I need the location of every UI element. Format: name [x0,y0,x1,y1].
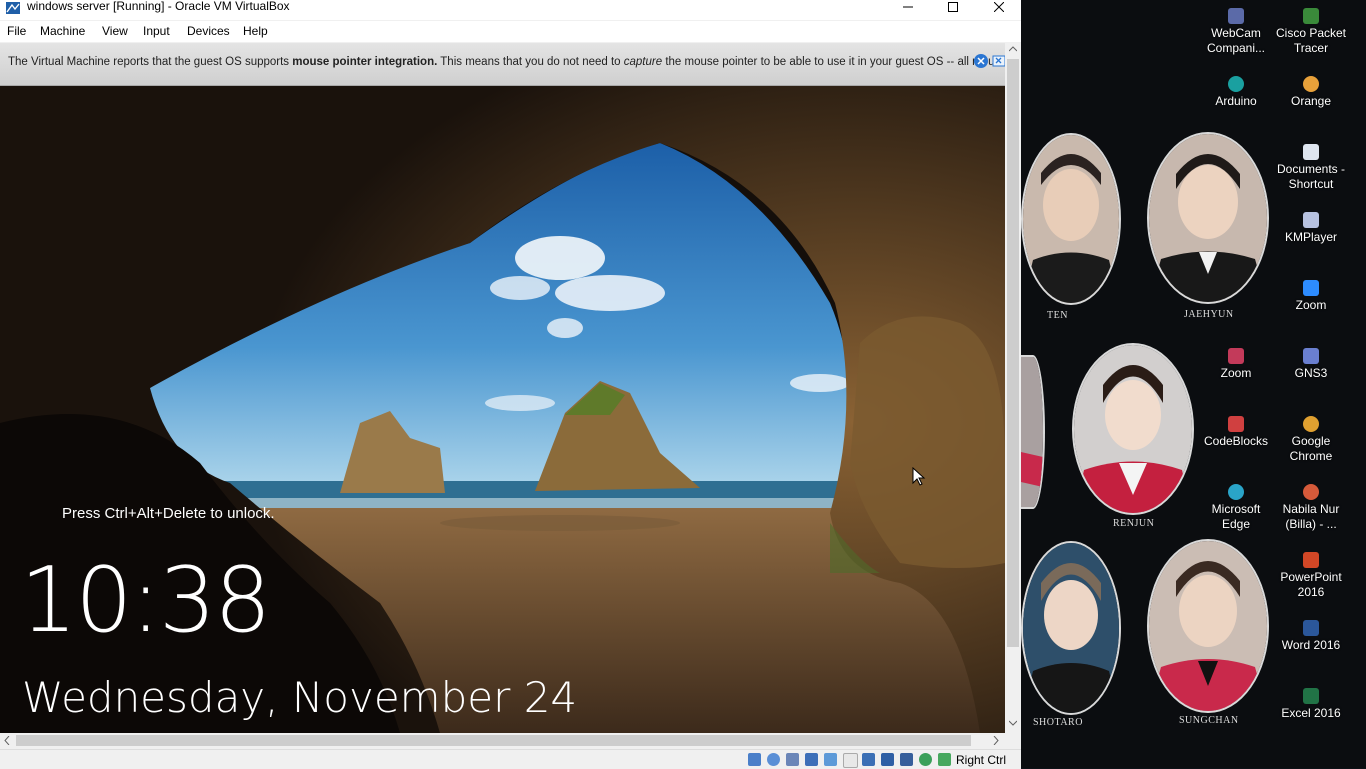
audio-icon[interactable] [786,753,799,766]
minimize-icon [903,6,913,8]
portrait-name-ten: TEN [1047,310,1068,321]
usb-icon[interactable] [824,753,837,766]
scroll-right-icon[interactable] [993,736,999,745]
scroll-up-icon[interactable] [1009,46,1017,52]
virtualbox-icon [6,2,20,14]
zoom-icon [1303,280,1319,296]
orange-icon [1303,76,1319,92]
desktop-icon-documents-shortcut[interactable]: Documents - Shortcut [1274,144,1348,192]
window-title: windows server [Running] - Oracle VM Vir… [27,0,290,13]
portrait-renjun [1072,343,1194,515]
menu-devices[interactable]: Devices [187,24,230,38]
mouse-cursor-icon [912,467,926,486]
webcam-icon [1228,8,1244,24]
horizontal-scroll-thumb[interactable] [16,735,971,746]
host-key-label: Right Ctrl [956,753,1007,767]
edge-icon [1228,484,1244,500]
recording-icon[interactable] [900,753,913,766]
title-bar[interactable]: windows server [Running] - Oracle VM Vir… [0,0,1021,20]
desktop-icon-codeblocks[interactable]: CodeBlocks [1199,416,1273,449]
desktop-icon-webcam-companion[interactable]: WebCam Compani... [1199,8,1273,56]
desktop-icon-word-2016[interactable]: Word 2016 [1274,620,1348,653]
mouse-pointer-icon [992,55,1005,67]
profile-icon [1303,484,1319,500]
portrait-name-shotaro: SHOTARO [1033,717,1083,728]
notice-dismiss-button[interactable] [992,54,1005,68]
menu-view[interactable]: View [102,24,128,38]
desktop-icon-cisco-packet-tracer[interactable]: Cisco Packet Tracer [1274,8,1348,56]
portrait-name-jaehyun: JAEHYUN [1184,309,1234,320]
menu-help[interactable]: Help [243,24,268,38]
maximize-icon [948,2,958,12]
kmplayer-icon [1303,212,1319,228]
portrait-sungchan [1147,539,1269,713]
desktop-icon-excel-2016[interactable]: Excel 2016 [1274,688,1348,721]
desktop-icon-microsoft-edge[interactable]: Microsoft Edge [1199,484,1273,532]
excel-icon [1303,688,1319,704]
close-icon [977,57,985,65]
notice-close-button[interactable] [974,54,988,68]
video-capture-icon[interactable] [881,753,894,766]
horizontal-scrollbar[interactable] [0,733,1005,748]
portrait-ten [1021,133,1121,305]
status-bar: Right Ctrl [0,749,1021,769]
unlock-hint: Press Ctrl+Alt+Delete to unlock. [62,505,275,522]
desktop-icon-arduino[interactable]: Arduino [1199,76,1273,109]
scroll-down-icon[interactable] [1009,720,1017,726]
notice-text: The Virtual Machine reports that the gue… [8,56,1005,68]
portrait-name-renjun: RENJUN [1113,518,1155,529]
close-icon [994,2,1004,12]
menu-machine[interactable]: Machine [40,24,85,38]
guest-display[interactable]: The Virtual Machine reports that the gue… [0,43,1005,733]
portrait-partial [1021,355,1045,509]
cpu-icon[interactable] [919,753,932,766]
menu-file[interactable]: File [7,24,26,38]
desktop-icon-gns3[interactable]: GNS3 [1274,348,1348,381]
menu-bar: File Machine View Input Devices Help [0,21,1021,42]
desktop-icon-google-chrome[interactable]: Google Chrome [1274,416,1348,464]
mouse-integration-icon[interactable] [938,753,951,766]
desktop-icon-powerpoint-2016[interactable]: PowerPoint 2016 [1274,552,1348,600]
virtualbox-window: windows server [Running] - Oracle VM Vir… [0,0,1021,769]
gns3-icon [1303,348,1319,364]
minimize-button[interactable] [885,0,931,14]
chrome-icon [1303,416,1319,432]
lockscreen-time: 10:38 [20,548,271,653]
desktop-icon-kmplayer[interactable]: KMPlayer [1274,212,1348,245]
desktop-icon-zoom[interactable]: Zoom [1274,280,1348,313]
hard-disk-icon[interactable] [748,753,761,766]
vertical-scroll-thumb[interactable] [1007,59,1019,647]
desktop-icon-nabila-nur[interactable]: Nabila Nur (Billa) - ... [1274,484,1348,532]
display-icon[interactable] [862,753,875,766]
vertical-scrollbar[interactable] [1005,43,1021,733]
documents-icon [1303,144,1319,160]
portrait-jaehyun [1147,132,1269,304]
arduino-icon [1228,76,1244,92]
desktop-icon-orange[interactable]: Orange [1274,76,1348,109]
codeblocks-icon [1228,416,1244,432]
network-icon[interactable] [805,753,818,766]
optical-drive-icon[interactable] [767,753,780,766]
scroll-left-icon[interactable] [4,736,10,745]
mouse-integration-notice: The Virtual Machine reports that the gue… [0,43,1005,86]
lockscreen-date: Wednesday, November 24 [22,673,578,722]
powerpoint-icon [1303,552,1319,568]
portrait-shotaro [1021,541,1121,715]
desktop-icon-zoom-installer[interactable]: Zoom [1199,348,1273,381]
desktop-area: TEN JAEHYUN RENJUN SHOTARO SUNGCHAN WebC… [1021,0,1366,768]
close-button[interactable] [976,0,1022,14]
shared-folders-icon[interactable] [843,753,858,768]
menu-input[interactable]: Input [143,24,170,38]
portrait-name-sungchan: SUNGCHAN [1179,715,1239,726]
cisco-packet-tracer-icon [1303,8,1319,24]
zoom-installer-icon [1228,348,1244,364]
word-icon [1303,620,1319,636]
maximize-button[interactable] [930,0,976,14]
